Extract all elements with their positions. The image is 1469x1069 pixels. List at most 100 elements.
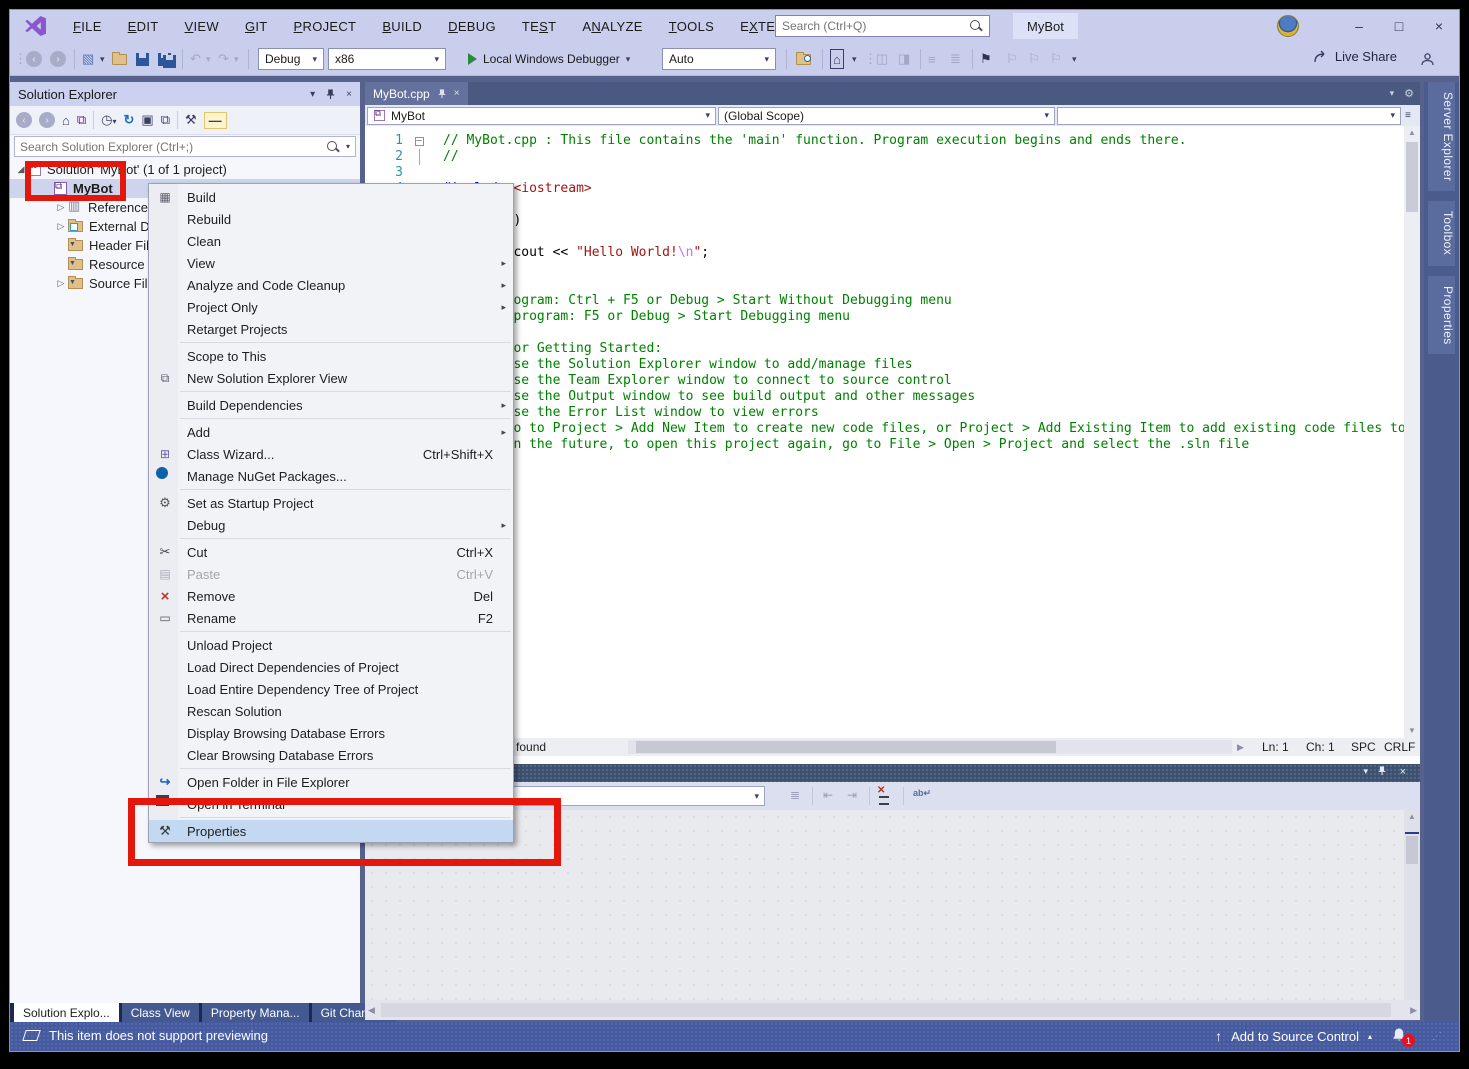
context-menu-item-add[interactable]: Add▸ [149,421,513,443]
redo-dropdown-icon[interactable]: ▾ [234,49,239,69]
debug-target-dropdown[interactable]: Auto▾ [662,48,776,70]
editor-vertical-scrollbar[interactable]: ▲ ▼ [1404,126,1420,738]
menu-git[interactable]: GIT [232,19,281,34]
quick-search-box[interactable] [775,15,990,37]
toggle-bookmark-icon[interactable]: ⚑ [980,49,992,69]
menu-build[interactable]: BUILD [369,19,435,34]
fold-margin[interactable]: – [409,133,429,149]
context-menu-item-view[interactable]: View▸ [149,252,513,274]
menu-file[interactable]: FILE [60,19,115,34]
line-indicator[interactable]: Ln: 1 [1262,740,1289,754]
output-vertical-scrollbar[interactable]: ▲ [1404,810,1420,1000]
window-position-icon[interactable]: ▾ [310,89,315,100]
context-menu-item-display-browsing-database-errors[interactable]: Display Browsing Database Errors [149,722,513,744]
context-menu-item-clean[interactable]: Clean [149,230,513,252]
clear-bookmarks-icon[interactable]: ⚐ [1050,49,1062,69]
se-collapse-all-icon[interactable]: ▣ [141,112,153,128]
context-menu-item-remove[interactable]: ×RemoveDel [149,585,513,607]
menu-analyze[interactable]: ANALYZE [569,19,655,34]
se-forward-icon[interactable]: › [39,112,55,128]
se-show-all-files-icon[interactable]: ⧉ [161,112,170,128]
scroll-down-icon[interactable]: ▼ [1404,724,1420,738]
document-tab-mybot-cpp[interactable]: MyBot.cpp × [365,82,468,105]
code-editor-surface[interactable]: 1–// MyBot.cpp : This file contains the … [365,126,1404,738]
navigate-back-icon[interactable]: ‹ [26,49,42,69]
save-all-icon[interactable] [158,49,176,69]
pin-icon[interactable] [325,89,336,100]
bottom-tab-class-view[interactable]: Class View [122,1003,199,1022]
clear-all-output-icon[interactable] [877,787,891,802]
search-input[interactable] [776,19,969,33]
save-icon[interactable] [136,49,149,69]
live-share-button[interactable]: Live Share [1313,49,1397,64]
bottom-tab-property-mana[interactable]: Property Mana... [202,1003,309,1022]
right-tab-server-explorer[interactable]: Server Explorer [1428,82,1455,191]
toolbar-overflow-icon[interactable]: ▾ [852,49,857,69]
output-window-position-icon[interactable]: ▾ [1363,766,1368,777]
context-menu-item-load-direct-dependencies-of-project[interactable]: Load Direct Dependencies of Project [149,656,513,678]
context-menu-item-new-solution-explorer-view[interactable]: ⧉New Solution Explorer View [149,367,513,389]
undo-dropdown-icon[interactable]: ▾ [206,49,211,69]
se-home-icon[interactable]: ⌂ [62,113,70,128]
context-menu-item-scope-to-this[interactable]: Scope to This [149,345,513,367]
new-project-dropdown-icon[interactable]: ▾ [100,49,105,69]
resize-grip[interactable]: ⋰ [1432,1031,1443,1042]
start-debugging-button[interactable]: Local Windows Debugger ▾ [468,48,630,70]
find-in-files-icon[interactable] [796,49,811,69]
decrease-indent-icon[interactable]: ≡ [928,49,936,69]
context-menu-item-manage-nuget-packages[interactable]: Manage NuGet Packages... [149,465,513,487]
context-menu-item-clear-browsing-database-errors[interactable]: Clear Browsing Database Errors [149,744,513,766]
close-button[interactable]: × [1419,10,1459,42]
output-pin-icon[interactable] [1377,766,1387,776]
search-icon[interactable] [969,19,983,33]
output-scroll-up-icon[interactable]: ▲ [1404,812,1420,821]
add-to-source-control-button[interactable]: Add to Source Control [1231,1029,1359,1044]
next-bookmark-icon[interactable]: ⚐ [1028,49,1040,69]
context-menu-item-build[interactable]: ▦Build [149,186,513,208]
output-title-bar[interactable]: ▾ × [365,764,1420,782]
context-menu-item-analyze-and-code-cleanup[interactable]: Analyze and Code Cleanup▸ [149,274,513,296]
find-message-icon[interactable]: ≣ [790,788,800,802]
solution-configuration-dropdown[interactable]: Debug▾ [258,48,324,70]
menu-edit[interactable]: EDIT [115,19,172,34]
context-menu-item-load-entire-dependency-tree-of-project[interactable]: Load Entire Dependency Tree of Project [149,678,513,700]
previous-bookmark-icon[interactable]: ⚐ [1006,49,1018,69]
context-menu-item-rename[interactable]: ▭RenameF2 [149,607,513,629]
right-tab-properties[interactable]: Properties [1428,276,1455,355]
tab-list-dropdown-icon[interactable]: ▾ [1390,88,1395,99]
user-avatar[interactable] [1277,15,1299,37]
member-scope-dropdown[interactable]: ▾ [1057,107,1401,125]
tab-pin-icon[interactable] [437,89,447,99]
menu-test[interactable]: TEST [509,19,569,34]
context-menu-item-set-as-startup-project[interactable]: ⚙Set as Startup Project [149,492,513,514]
context-menu-item-retarget-projects[interactable]: Retarget Projects [149,318,513,340]
type-scope-dropdown[interactable]: (Global Scope)▾ [718,107,1055,125]
minimize-button[interactable]: – [1339,10,1379,42]
menu-project[interactable]: PROJECT [281,19,370,34]
context-menu-item-open-folder-in-file-explorer[interactable]: ↪Open Folder in File Explorer [149,771,513,793]
right-tab-toolbox[interactable]: Toolbox [1428,201,1455,265]
output-hscroll-left-icon[interactable]: ◀ [368,1005,375,1016]
context-menu-item-class-wizard[interactable]: ⊞Class Wizard...Ctrl+Shift+X [149,443,513,465]
split-editor-icon[interactable]: ≡ [1405,110,1411,121]
navigate-backward-doc-icon[interactable]: ◫ [876,49,888,69]
solution-platform-dropdown[interactable]: x86▾ [328,48,446,70]
context-menu-item-unload-project[interactable]: Unload Project [149,634,513,656]
hscroll-right-icon[interactable]: ▶ [1237,742,1244,753]
menu-tools[interactable]: TOOLS [656,19,727,34]
solution-explorer-title-bar[interactable]: Solution Explorer ▾ × [10,82,360,106]
home-icon[interactable]: ⌂ [830,49,844,69]
next-message-icon[interactable]: ⇥ [847,788,857,802]
previous-message-icon[interactable]: ⇤ [823,788,833,802]
context-menu-item-rebuild[interactable]: Rebuild [149,208,513,230]
editor-horizontal-scrollbar[interactable] [628,740,1232,754]
close-panel-icon[interactable]: × [346,89,352,100]
se-properties-wrench-icon[interactable]: ⚒ [185,112,197,128]
se-search-input[interactable] [15,140,326,154]
se-search-icon[interactable] [326,140,340,154]
line-ending-indicator[interactable]: CRLF [1384,740,1415,754]
maximize-button[interactable]: □ [1379,10,1419,42]
bookmark-overflow-icon[interactable]: ▾ [1072,49,1077,69]
scroll-up-icon[interactable]: ▲ [1404,126,1420,140]
context-menu-item-cut[interactable]: ✂CutCtrl+X [149,541,513,563]
